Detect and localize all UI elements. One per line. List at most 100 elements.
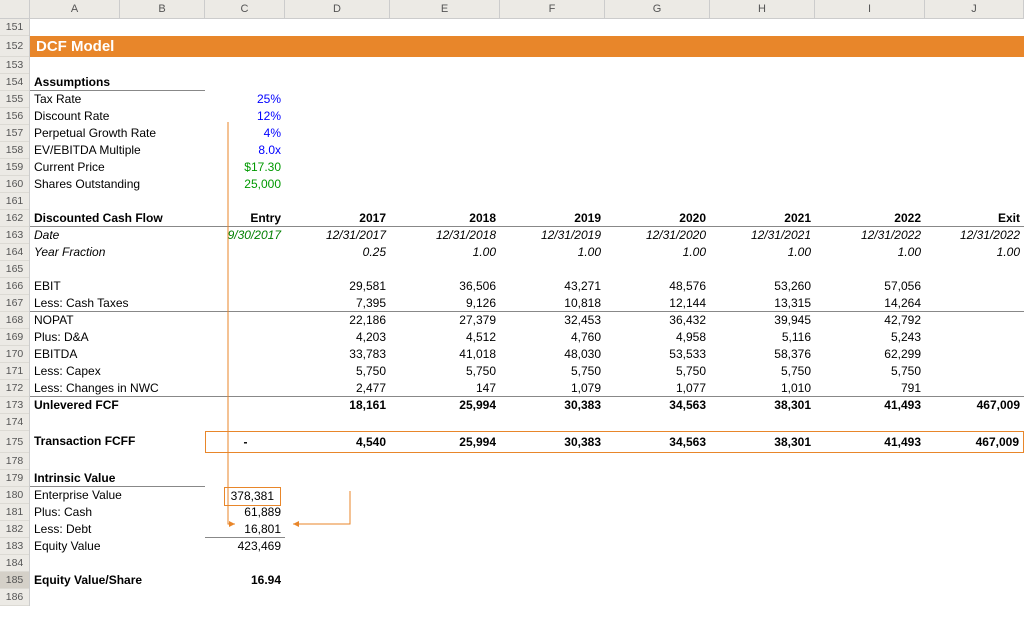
value-ufcf-exit[interactable]: 467,009	[925, 397, 1024, 414]
value-ebitda[interactable]: 58,376	[710, 346, 815, 363]
value-nopat[interactable]: 39,945	[710, 312, 815, 329]
value-ebitda[interactable]: 62,299	[815, 346, 925, 363]
value-da[interactable]: 5,243	[815, 329, 925, 346]
value-tfcff[interactable]: 25,994	[390, 431, 500, 453]
value-date[interactable]: 12/31/2021	[710, 227, 815, 244]
row-header[interactable]: 174	[0, 414, 29, 431]
value-tax[interactable]: 7,395	[285, 295, 390, 312]
value-fraction[interactable]: 1.00	[925, 244, 1024, 261]
column-header-a[interactable]: A	[30, 0, 120, 18]
value-ebitda[interactable]: 33,783	[285, 346, 390, 363]
value-fraction[interactable]: 1.00	[710, 244, 815, 261]
value-nwc[interactable]: 147	[390, 380, 500, 397]
value-date[interactable]: 12/31/2020	[605, 227, 710, 244]
value-tfcff[interactable]: 4,540	[285, 431, 390, 453]
row-header[interactable]: 171	[0, 363, 29, 380]
value-nopat[interactable]: 22,186	[285, 312, 390, 329]
column-header-b[interactable]: B	[120, 0, 205, 18]
row-header[interactable]: 163	[0, 227, 29, 244]
row-header[interactable]: 157	[0, 125, 29, 142]
column-header-g[interactable]: G	[605, 0, 710, 18]
value-fraction[interactable]: 1.00	[390, 244, 500, 261]
value-entry-date[interactable]: 9/30/2017	[205, 227, 285, 244]
row-header[interactable]: 185	[0, 572, 29, 589]
row-header[interactable]: 184	[0, 555, 29, 572]
row-header[interactable]: 186	[0, 589, 29, 606]
value-ufcf[interactable]: 38,301	[710, 397, 815, 414]
row-header[interactable]: 154	[0, 74, 29, 91]
value-da[interactable]: 4,203	[285, 329, 390, 346]
value-capex[interactable]: 5,750	[390, 363, 500, 380]
row-header[interactable]: 160	[0, 176, 29, 193]
value-multiple[interactable]: 8.0x	[205, 142, 285, 159]
row-header[interactable]: 159	[0, 159, 29, 176]
column-header-h[interactable]: H	[710, 0, 815, 18]
value-current-price[interactable]: $17.30	[205, 159, 285, 176]
cell-grid[interactable]: DCF Model Assumptions Tax Rate 25% Disco…	[30, 19, 1024, 606]
value-nopat[interactable]: 32,453	[500, 312, 605, 329]
column-header-j[interactable]: J	[925, 0, 1024, 18]
value-tfcff[interactable]: 30,383	[500, 431, 605, 453]
value-fraction[interactable]: 1.00	[500, 244, 605, 261]
row-header[interactable]: 162	[0, 210, 29, 227]
value-ebit[interactable]: 36,506	[390, 278, 500, 295]
column-header-c[interactable]: C	[205, 0, 285, 18]
row-header[interactable]: 165	[0, 261, 29, 278]
row-header[interactable]: 152	[0, 36, 29, 57]
value-debt[interactable]: 16,801	[205, 521, 285, 538]
value-ebitda[interactable]: 53,533	[605, 346, 710, 363]
row-header[interactable]: 179	[0, 470, 29, 487]
row-header[interactable]: 178	[0, 453, 29, 470]
row-header[interactable]: 153	[0, 57, 29, 74]
row-header[interactable]: 164	[0, 244, 29, 261]
value-ebitda[interactable]: 48,030	[500, 346, 605, 363]
value-ebitda[interactable]: 41,018	[390, 346, 500, 363]
value-evps[interactable]: 16.94	[205, 572, 285, 589]
row-header[interactable]: 158	[0, 142, 29, 159]
value-da[interactable]: 4,958	[605, 329, 710, 346]
value-nopat[interactable]: 27,379	[390, 312, 500, 329]
column-header-i[interactable]: I	[815, 0, 925, 18]
value-ebit[interactable]: 29,581	[285, 278, 390, 295]
value-da[interactable]: 4,512	[390, 329, 500, 346]
value-fraction[interactable]: 1.00	[815, 244, 925, 261]
value-date[interactable]: 12/31/2018	[390, 227, 500, 244]
value-fraction[interactable]: 0.25	[285, 244, 390, 261]
value-tax[interactable]: 14,264	[815, 295, 925, 312]
value-da[interactable]: 5,116	[710, 329, 815, 346]
value-enterprise-value[interactable]: 378,381	[205, 487, 285, 504]
value-nwc[interactable]: 791	[815, 380, 925, 397]
value-ebit[interactable]: 43,271	[500, 278, 605, 295]
value-capex[interactable]: 5,750	[285, 363, 390, 380]
column-header-d[interactable]: D	[285, 0, 390, 18]
select-all-corner[interactable]	[0, 0, 30, 18]
value-ufcf[interactable]: 25,994	[390, 397, 500, 414]
row-header[interactable]: 182	[0, 521, 29, 538]
row-header[interactable]: 181	[0, 504, 29, 521]
value-nwc[interactable]: 1,079	[500, 380, 605, 397]
row-header[interactable]: 156	[0, 108, 29, 125]
row-header[interactable]: 180	[0, 487, 29, 504]
value-ebit[interactable]: 48,576	[605, 278, 710, 295]
value-equity-value[interactable]: 423,469	[205, 538, 285, 555]
row-header[interactable]: 183	[0, 538, 29, 555]
value-nopat[interactable]: 42,792	[815, 312, 925, 329]
value-cash[interactable]: 61,889	[205, 504, 285, 521]
row-header[interactable]: 175	[0, 431, 29, 453]
value-date[interactable]: 12/31/2017	[285, 227, 390, 244]
value-tfcff-exit[interactable]: 467,009	[925, 431, 1024, 453]
column-header-e[interactable]: E	[390, 0, 500, 18]
value-fraction[interactable]: 1.00	[605, 244, 710, 261]
value-exit-date[interactable]: 12/31/2022	[925, 227, 1024, 244]
value-ufcf[interactable]: 30,383	[500, 397, 605, 414]
row-header[interactable]: 172	[0, 380, 29, 397]
value-capex[interactable]: 5,750	[710, 363, 815, 380]
row-header[interactable]: 169	[0, 329, 29, 346]
value-shares[interactable]: 25,000	[205, 176, 285, 193]
row-header[interactable]: 173	[0, 397, 29, 414]
column-header-f[interactable]: F	[500, 0, 605, 18]
value-date[interactable]: 12/31/2022	[815, 227, 925, 244]
value-nwc[interactable]: 2,477	[285, 380, 390, 397]
value-ebit[interactable]: 57,056	[815, 278, 925, 295]
value-tfcff-entry[interactable]: -	[205, 431, 285, 453]
